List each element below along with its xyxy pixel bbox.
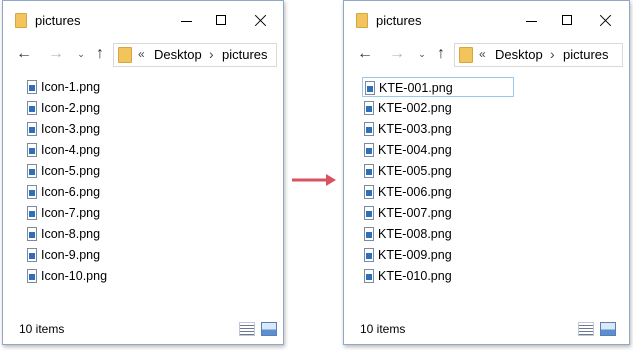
- file-name: Icon-2.png: [41, 101, 101, 115]
- png-file-icon: [364, 122, 374, 136]
- breadcrumb-desktop[interactable]: Desktop: [154, 47, 202, 62]
- png-file-icon: [27, 101, 37, 115]
- address-bar[interactable]: « Desktop › pictures: [454, 43, 623, 67]
- up-arrow-icon[interactable]: ↑: [91, 44, 109, 64]
- png-file-icon: [27, 164, 37, 178]
- title-bar[interactable]: pictures: [344, 1, 629, 39]
- png-file-icon: [27, 248, 37, 262]
- png-file-icon: [27, 143, 37, 157]
- status-bar: 10 items: [3, 314, 283, 344]
- details-view-icon[interactable]: [239, 322, 255, 336]
- png-file-icon: [364, 248, 374, 262]
- up-arrow-icon[interactable]: ↑: [432, 44, 450, 64]
- file-name: KTE-008.png: [378, 227, 452, 241]
- png-file-icon: [364, 164, 374, 178]
- close-icon[interactable]: [249, 9, 273, 33]
- forward-arrow-icon[interactable]: →: [388, 44, 406, 64]
- png-file-icon: [27, 185, 37, 199]
- png-file-icon: [27, 122, 37, 136]
- maximize-icon[interactable]: [210, 9, 234, 33]
- file-name: KTE-007.png: [378, 206, 452, 220]
- file-name: Icon-4.png: [41, 143, 101, 157]
- right-arrow-icon: [292, 174, 336, 186]
- item-count: 10 items: [360, 322, 406, 336]
- back-arrow-icon[interactable]: ←: [356, 44, 374, 64]
- file-name: KTE-006.png: [378, 185, 452, 199]
- file-name: KTE-003.png: [378, 122, 452, 136]
- large-icons-view-icon[interactable]: [600, 322, 616, 336]
- details-view-icon[interactable]: [578, 322, 594, 336]
- png-file-icon: [364, 185, 374, 199]
- file-name: KTE-004.png: [378, 143, 452, 157]
- file-name: Icon-3.png: [41, 122, 101, 136]
- window-title: pictures: [35, 13, 81, 28]
- breadcrumb-separator-icon[interactable]: ›: [550, 46, 555, 62]
- file-name: KTE-001.png: [379, 81, 453, 95]
- chevron-down-icon[interactable]: ⌄: [413, 44, 431, 64]
- breadcrumb-pictures[interactable]: pictures: [222, 47, 268, 62]
- window-title: pictures: [376, 13, 422, 28]
- png-file-icon: [27, 206, 37, 220]
- breadcrumb-overflow[interactable]: «: [138, 47, 145, 61]
- file-item[interactable]: KTE-001.png: [362, 77, 514, 97]
- png-file-icon: [27, 227, 37, 241]
- folder-icon: [356, 13, 368, 28]
- folder-icon: [118, 47, 132, 63]
- status-bar: 10 items: [344, 314, 629, 344]
- file-name: Icon-1.png: [41, 80, 101, 94]
- title-bar[interactable]: pictures: [3, 1, 283, 39]
- folder-icon: [459, 47, 473, 63]
- file-name: Icon-10.png: [41, 269, 108, 283]
- file-name: Icon-6.png: [41, 185, 101, 199]
- file-name: Icon-7.png: [41, 206, 101, 220]
- breadcrumb-pictures[interactable]: pictures: [563, 47, 609, 62]
- png-file-icon: [364, 206, 374, 220]
- minimize-icon[interactable]: [175, 9, 199, 33]
- file-name: Icon-9.png: [41, 248, 101, 262]
- navigation-bar: ← → ⌄ ↑ « Desktop › pictures: [3, 39, 283, 69]
- item-count: 10 items: [19, 322, 65, 336]
- png-file-icon: [365, 81, 375, 95]
- minimize-icon[interactable]: [520, 9, 544, 33]
- chevron-down-icon[interactable]: ⌄: [72, 44, 90, 64]
- explorer-window-before: pictures ← → ⌄ ↑ « Desktop › pictures Ic…: [2, 0, 284, 345]
- folder-icon: [15, 13, 27, 28]
- png-file-icon: [364, 143, 374, 157]
- file-name: KTE-009.png: [378, 248, 452, 262]
- maximize-icon[interactable]: [556, 9, 580, 33]
- file-name: KTE-002.png: [378, 101, 452, 115]
- navigation-bar: ← → ⌄ ↑ « Desktop › pictures: [344, 39, 629, 69]
- file-name: KTE-010.png: [378, 269, 452, 283]
- large-icons-view-icon[interactable]: [261, 322, 277, 336]
- file-name: KTE-005.png: [378, 164, 452, 178]
- png-file-icon: [27, 269, 37, 283]
- png-file-icon: [364, 101, 374, 115]
- explorer-window-after: pictures ← → ⌄ ↑ « Desktop › pictures KT…: [343, 0, 630, 345]
- file-name: Icon-5.png: [41, 164, 101, 178]
- close-icon[interactable]: [594, 9, 618, 33]
- file-name: Icon-8.png: [41, 227, 101, 241]
- png-file-icon: [364, 227, 374, 241]
- address-bar[interactable]: « Desktop › pictures: [113, 43, 277, 67]
- breadcrumb-separator-icon[interactable]: ›: [209, 46, 214, 62]
- breadcrumb-desktop[interactable]: Desktop: [495, 47, 543, 62]
- png-file-icon: [364, 269, 374, 283]
- png-file-icon: [27, 80, 37, 94]
- breadcrumb-overflow[interactable]: «: [479, 47, 486, 61]
- back-arrow-icon[interactable]: ←: [15, 44, 33, 64]
- forward-arrow-icon[interactable]: →: [47, 44, 65, 64]
